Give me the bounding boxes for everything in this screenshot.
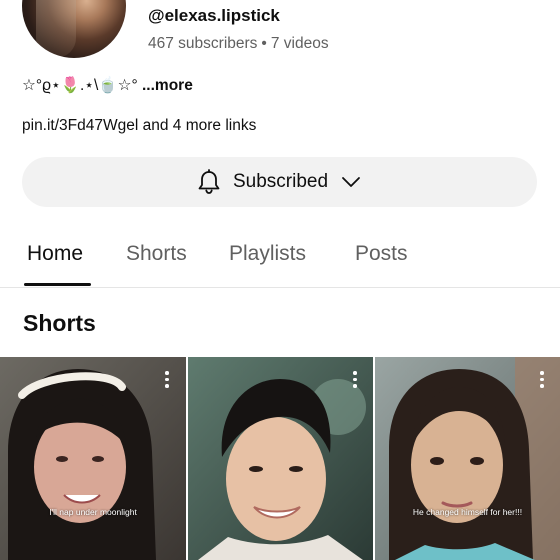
more-vert-icon[interactable] <box>164 371 170 388</box>
channel-links[interactable]: pin.it/3Fd47Wgel and 4 more links <box>22 117 256 135</box>
tab-posts[interactable]: Posts <box>355 242 408 266</box>
tab-shorts[interactable]: Shorts <box>126 242 187 266</box>
tab-home[interactable]: Home <box>27 242 83 266</box>
bell-icon <box>197 169 221 195</box>
short-caption: I'll nap under moonlight <box>49 507 137 517</box>
more-vert-icon[interactable] <box>539 371 545 388</box>
tabs-divider <box>0 287 560 288</box>
description-more-link[interactable]: ...more <box>142 77 193 94</box>
video-count: 7 videos <box>270 35 329 52</box>
subscribed-label: Subscribed <box>232 171 329 192</box>
short-thumbnail[interactable]: I'll nap under moonlight <box>0 357 186 560</box>
tab-playlists[interactable]: Playlists <box>229 242 306 266</box>
channel-handle: @elexas.lipstick <box>148 6 280 25</box>
channel-stats: 467 subscribers • 7 videos <box>148 35 329 53</box>
short-thumbnail-image <box>0 357 186 560</box>
short-thumbnail[interactable] <box>188 357 373 560</box>
short-thumbnail-image <box>375 357 560 560</box>
short-thumbnail[interactable]: He changed himself for her!!! <box>375 357 560 560</box>
channel-tabs: Home Shorts Playlists Posts <box>0 236 560 288</box>
subscriber-count: 467 subscribers <box>148 35 258 52</box>
channel-description[interactable]: ☆°ϱ⋆🌷.⋆\🍵☆° ...more <box>22 76 193 95</box>
channel-links-text[interactable]: pin.it/3Fd47Wgel and 4 more links <box>22 117 256 134</box>
more-vert-icon[interactable] <box>352 371 358 388</box>
shorts-section-title: Shorts <box>23 310 96 336</box>
active-tab-indicator <box>24 283 91 286</box>
chevron-down-icon <box>340 175 362 189</box>
short-thumbnail-image <box>188 357 373 560</box>
short-caption: He changed himself for her!!! <box>412 507 523 517</box>
shorts-shelf: I'll nap under moonlight He changed hims… <box>0 357 560 560</box>
channel-avatar[interactable] <box>22 0 126 58</box>
channel-page: @elexas.lipstick 467 subscribers • 7 video… <box>0 0 560 560</box>
subscribed-button[interactable]: Subscribed <box>22 157 537 207</box>
description-text: ☆°ϱ⋆🌷.⋆\🍵☆° <box>22 77 138 94</box>
stats-separator: • <box>261 35 267 52</box>
